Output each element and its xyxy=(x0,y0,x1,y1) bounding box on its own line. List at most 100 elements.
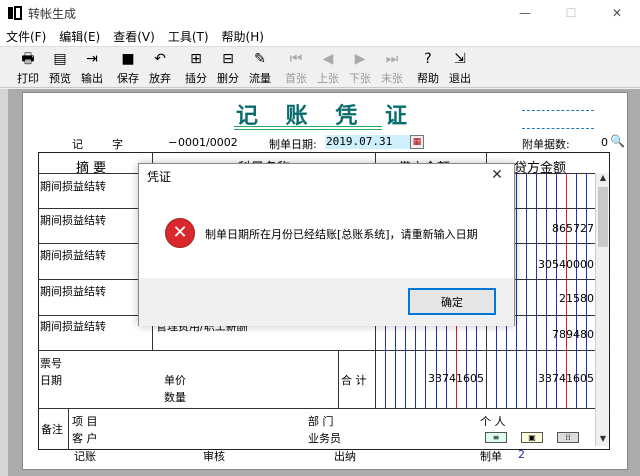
export-icon: ⇥ xyxy=(86,51,98,67)
toolbar-button-label: 帮助 xyxy=(417,72,439,85)
toolbar-button-label: 流量 xyxy=(249,72,271,85)
menu-file[interactable]: 文件(F) xyxy=(6,28,46,45)
calendar-icon[interactable]: ▦ xyxy=(410,135,424,149)
menu-bar: 文件(F) 编辑(E) 查看(V) 工具(T) 帮助(H) xyxy=(0,26,640,46)
customer-label: 客 户 xyxy=(72,432,98,445)
title-bar: 转帐生成 — ☐ ✕ xyxy=(0,0,640,26)
maker-value: 2 xyxy=(518,448,525,461)
voucher-type-suffix: 字 xyxy=(112,138,123,151)
toolbar-button[interactable]: ⊟ 删分 xyxy=(212,50,244,86)
scroll-down-icon[interactable]: ▼ xyxy=(596,434,610,446)
toolbar-button[interactable]: ⊞ 插分 xyxy=(180,50,212,86)
row-credit[interactable]: 789480 xyxy=(500,328,594,341)
printer-icon: 🖶 xyxy=(21,51,35,67)
prev-page-icon: ◀ xyxy=(322,51,334,67)
menu-tools[interactable]: 工具(T) xyxy=(168,28,209,45)
toolbar-button-label: 输出 xyxy=(81,72,103,85)
menu-edit[interactable]: 编辑(E) xyxy=(59,28,100,45)
toolbar-button-label: 预览 xyxy=(49,72,71,85)
attachments-label: 附单据数: xyxy=(522,138,570,151)
row-summary[interactable]: 期间损益结转 xyxy=(40,212,106,228)
maximize-button[interactable]: ☐ xyxy=(548,0,594,26)
toolbar-button[interactable]: ▶ 下张 xyxy=(344,50,376,86)
voucher-type[interactable]: 记 xyxy=(72,136,83,152)
total-debit: 33741605 xyxy=(428,372,484,385)
total-label: 合 计 xyxy=(341,374,367,387)
toolbar-button[interactable]: ⇥ 输出 xyxy=(76,50,108,86)
department-label: 部 门 xyxy=(308,415,334,428)
save-icon: ■ xyxy=(121,51,135,67)
column-header-credit: 贷方金额 xyxy=(514,161,567,176)
title-underline xyxy=(234,129,382,130)
ticket-number-label: 票号 xyxy=(40,357,62,370)
grid-col-line xyxy=(338,350,339,408)
error-dialog: 凭证 ✕ ✕ 制单日期所在月份已经结账[总账系统]，请重新输入日期 确定 xyxy=(138,163,515,326)
grid-row-line xyxy=(38,408,610,409)
toolbar-button[interactable]: ■ 保存 xyxy=(112,50,144,86)
contact-card-icon[interactable]: ≡ xyxy=(485,432,507,443)
scroll-up-icon[interactable]: ▲ xyxy=(596,173,610,185)
dots-icon[interactable]: ⁞⁞ xyxy=(557,432,579,443)
ok-button[interactable]: 确定 xyxy=(408,288,496,315)
undo-icon: ↶ xyxy=(154,51,166,67)
dialog-close-icon[interactable]: ✕ xyxy=(488,166,506,184)
staff-label: 业务员 xyxy=(308,432,341,445)
help-icon: ? xyxy=(424,51,432,67)
decorative-dash-line xyxy=(522,128,594,129)
dialog-footer: 确定 xyxy=(139,278,514,326)
toolbar-button[interactable]: ◀ 上张 xyxy=(312,50,344,86)
unit-price-label: 单价 xyxy=(164,374,186,387)
menu-help[interactable]: 帮助(H) xyxy=(222,28,264,45)
next-page-icon: ▶ xyxy=(354,51,366,67)
search-icon[interactable]: 🔍 xyxy=(610,134,625,148)
scroll-thumb[interactable] xyxy=(598,187,608,247)
toolbar-button[interactable]: ⏭ 末张 xyxy=(376,50,408,86)
toolbar-button-label: 首张 xyxy=(285,72,307,85)
toolbar-button[interactable]: ✎ 流量 xyxy=(244,50,276,86)
toolbar-button[interactable]: ⇲ 退出 xyxy=(444,50,476,86)
quantity-label: 数量 xyxy=(164,391,186,404)
grid-row-line xyxy=(38,350,610,351)
toolbar-button[interactable]: 🖶 打印 xyxy=(12,50,44,86)
toolbar: 🖶 打印 ▤ 预览 ⇥ 输出 ■ 保存 ↶ 放弃 ⊞ 插分 ⊟ 删分 ✎ 流量 ⏮ 首张 ◀ 上张 ▶ 下张 ⏭ 末张? 帮助 ⇲… xyxy=(0,46,640,88)
error-icon: ✕ xyxy=(165,218,195,248)
row-summary[interactable]: 期间损益结转 xyxy=(40,283,106,299)
toolbar-button-label: 删分 xyxy=(217,72,239,85)
cashflow-icon: ✎ xyxy=(254,51,266,67)
person-label: 个 人 xyxy=(480,415,506,428)
first-page-icon: ⏮ xyxy=(289,51,303,67)
toolbar-button[interactable]: ⏮ 首张 xyxy=(280,50,312,86)
toolbar-button-label: 下张 xyxy=(349,72,371,85)
date-input[interactable]: 2019.07.31 xyxy=(325,135,410,149)
row-summary[interactable]: 期间损益结转 xyxy=(40,318,106,334)
grid-col-line xyxy=(68,408,69,450)
minimize-button[interactable]: — xyxy=(502,0,548,26)
maker-label: 制单 xyxy=(480,450,502,463)
toolbar-button[interactable]: ? 帮助 xyxy=(412,50,444,86)
exit-icon: ⇲ xyxy=(454,51,466,67)
bookkeeper-label: 记账 xyxy=(74,450,96,463)
window-title: 转帐生成 xyxy=(28,6,77,21)
minus-sign: − xyxy=(168,136,178,149)
app-icon xyxy=(8,6,22,20)
toolbar-button[interactable]: ▤ 预览 xyxy=(44,50,76,86)
attachments-input[interactable]: 0 xyxy=(601,136,608,149)
menu-view[interactable]: 查看(V) xyxy=(113,28,155,45)
total-credit: 33741605 xyxy=(538,372,594,385)
row-summary[interactable]: 期间损益结转 xyxy=(40,247,106,263)
toolbar-button-label: 退出 xyxy=(449,72,471,85)
decorative-dash-line xyxy=(522,110,594,111)
reviewer-label: 审核 xyxy=(203,450,225,463)
toolbar-button-label: 保存 xyxy=(117,72,139,85)
monitor-icon[interactable]: ▣ xyxy=(521,432,543,443)
vertical-scrollbar[interactable]: ▲ ▼ xyxy=(595,173,609,446)
document-left-edge xyxy=(0,89,8,476)
row-summary[interactable]: 期间损益结转 xyxy=(40,178,106,194)
ticket-date-label: 日期 xyxy=(40,374,62,387)
toolbar-button[interactable]: ↶ 放弃 xyxy=(144,50,176,86)
notes-label: 备注 xyxy=(41,423,63,436)
preview-icon: ▤ xyxy=(53,51,67,67)
dialog-title: 凭证 xyxy=(147,170,172,184)
close-button[interactable]: ✕ xyxy=(594,0,640,26)
insert-row-icon: ⊞ xyxy=(190,51,202,67)
